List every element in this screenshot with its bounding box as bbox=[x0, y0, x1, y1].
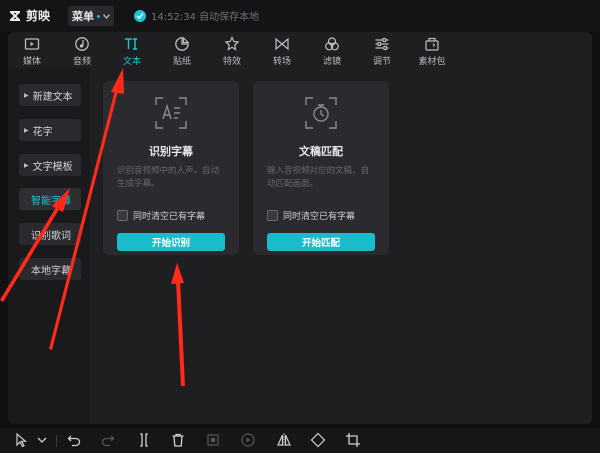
split-button[interactable] bbox=[136, 432, 152, 448]
start-recognize-button[interactable]: 开始识别 bbox=[117, 233, 225, 251]
content-area: 识别字幕 识别音视频中的人声，自动生成字幕。 同时清空已有字幕 开始识别 文稿匹… bbox=[90, 68, 592, 424]
clear-existing-subtitles-option[interactable]: 同时清空已有字幕 bbox=[117, 209, 205, 222]
tab-media[interactable]: 媒体 bbox=[8, 32, 56, 68]
adjust-icon bbox=[375, 37, 389, 51]
card-title: 识别字幕 bbox=[149, 145, 193, 158]
checkbox[interactable] bbox=[267, 210, 278, 221]
text-icon bbox=[125, 38, 137, 50]
freeze-frame-button[interactable] bbox=[205, 432, 221, 448]
reverse-button[interactable] bbox=[240, 432, 256, 448]
caret-right-icon: ▶ bbox=[24, 161, 29, 169]
tab-text[interactable]: 文本 bbox=[108, 32, 156, 68]
redo-button[interactable] bbox=[100, 432, 116, 448]
tab-adjust[interactable]: 调节 bbox=[358, 32, 406, 68]
sidebar-item-recognize-lyrics[interactable]: 识别歌词 bbox=[19, 223, 81, 245]
checkbox[interactable] bbox=[117, 210, 128, 221]
timeline-toolbar bbox=[0, 428, 600, 453]
notification-dot bbox=[97, 14, 100, 18]
card-recognize-subtitles: 识别字幕 识别音视频中的人声，自动生成字幕。 同时清空已有字幕 开始识别 bbox=[103, 81, 239, 255]
effects-icon bbox=[224, 36, 240, 51]
chevron-down-icon bbox=[37, 437, 47, 443]
script-match-icon bbox=[305, 97, 337, 129]
card-script-match: 文稿匹配 输入音视频对应的文稿，自动匹配画面。 同时清空已有字幕 开始匹配 bbox=[253, 81, 389, 255]
reverse-play-icon bbox=[241, 433, 255, 447]
sidebar-item-smart-subtitles[interactable]: 智能字幕 bbox=[19, 188, 81, 210]
menu-label: 菜单 bbox=[72, 10, 94, 23]
card-description: 识别音视频中的人声，自动生成字幕。 bbox=[117, 166, 220, 189]
split-icon bbox=[140, 433, 148, 447]
capcut-logo-icon bbox=[10, 10, 20, 21]
tab-material-pack[interactable]: 素材包 bbox=[408, 32, 456, 68]
undo-button[interactable] bbox=[66, 432, 82, 448]
freeze-frame-icon bbox=[207, 434, 219, 446]
sidebar-item-local-subtitles[interactable]: 本地字幕 bbox=[19, 258, 81, 280]
crop-button[interactable] bbox=[345, 432, 361, 448]
start-match-button[interactable]: 开始匹配 bbox=[267, 233, 375, 251]
material-panel: 媒体 音频 文本 贴纸 特效 转场 滤镜 调节 素材包 ▶ 新建文本 ▶ 花字 … bbox=[8, 32, 592, 424]
tab-filter[interactable]: 滤镜 bbox=[308, 32, 356, 68]
material-pack-icon bbox=[425, 37, 439, 51]
autosave-status: 14:52:34 自动保存本地 bbox=[134, 8, 259, 23]
text-sidebar: ▶ 新建文本 ▶ 花字 ▶ 文字模板 智能字幕 识别歌词 本地字幕 bbox=[8, 68, 90, 424]
rotate-button[interactable] bbox=[310, 432, 326, 448]
sticker-icon bbox=[175, 36, 190, 51]
tab-sticker[interactable]: 贴纸 bbox=[158, 32, 206, 68]
card-description: 输入音视频对应的文稿，自动匹配画面。 bbox=[267, 166, 370, 189]
clear-existing-subtitles-option[interactable]: 同时清空已有字幕 bbox=[267, 209, 355, 222]
sidebar-item-fancy-text[interactable]: ▶ 花字 bbox=[19, 119, 81, 141]
rotate-icon bbox=[310, 432, 326, 448]
autosave-text: 14:52:34 自动保存本地 bbox=[151, 12, 260, 23]
select-tool-button[interactable] bbox=[14, 432, 30, 448]
chevron-down-icon bbox=[103, 13, 110, 19]
title-bar: 剪映 菜单 14:52:34 自动保存本地 bbox=[0, 0, 600, 32]
redo-icon bbox=[101, 435, 115, 447]
caret-right-icon: ▶ bbox=[24, 91, 29, 99]
mirror-icon bbox=[277, 433, 291, 447]
tab-effects[interactable]: 特效 bbox=[208, 32, 256, 68]
card-title: 文稿匹配 bbox=[299, 145, 343, 158]
menu-button[interactable]: 菜单 bbox=[68, 6, 114, 26]
tab-audio[interactable]: 音频 bbox=[58, 32, 106, 68]
app-name: 剪映 bbox=[26, 9, 51, 23]
select-mode-dropdown[interactable] bbox=[34, 432, 50, 448]
crop-icon bbox=[346, 433, 360, 447]
transition-icon bbox=[275, 37, 289, 51]
mirror-button[interactable] bbox=[276, 432, 292, 448]
media-icon bbox=[24, 38, 40, 50]
sidebar-item-new-text[interactable]: ▶ 新建文本 bbox=[19, 84, 81, 106]
sidebar-item-text-template[interactable]: ▶ 文字模板 bbox=[19, 154, 81, 176]
delete-button[interactable] bbox=[170, 432, 186, 448]
pointer-icon bbox=[16, 432, 28, 448]
undo-icon bbox=[67, 435, 81, 447]
audio-icon bbox=[75, 37, 89, 51]
check-circle-icon bbox=[134, 9, 146, 22]
subtitle-recognition-icon bbox=[155, 97, 187, 129]
tab-transition[interactable]: 转场 bbox=[258, 32, 306, 68]
app-logo: 剪映 bbox=[8, 7, 50, 24]
trash-icon bbox=[172, 433, 184, 447]
category-tabs: 媒体 音频 文本 贴纸 特效 转场 滤镜 调节 素材包 bbox=[8, 32, 592, 69]
toolbar-divider bbox=[56, 435, 57, 447]
caret-right-icon: ▶ bbox=[24, 126, 29, 134]
filter-icon bbox=[325, 37, 339, 51]
